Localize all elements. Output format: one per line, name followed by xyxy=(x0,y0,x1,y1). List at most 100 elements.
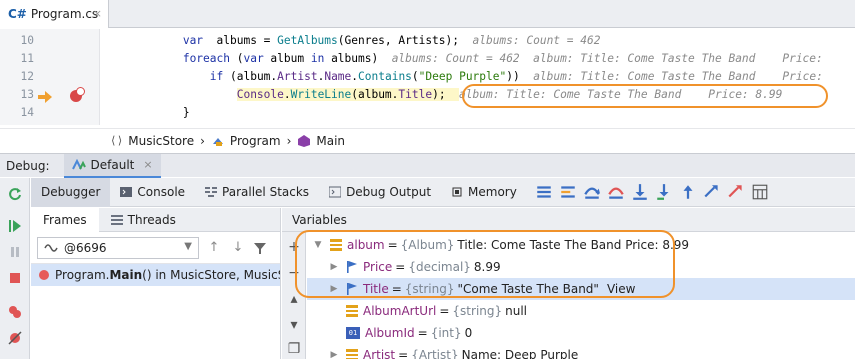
copy-icon[interactable]: ❐ xyxy=(287,341,301,357)
arrow-up-icon[interactable]: ↑ xyxy=(205,240,223,255)
debug-output-tab-label: Debug Output xyxy=(346,185,432,199)
run-config-icon xyxy=(71,158,86,169)
step-into-icon[interactable] xyxy=(631,183,649,201)
current-frame-icon xyxy=(39,270,49,280)
variable-type: {Artist} xyxy=(411,348,459,359)
breadcrumb: ⟨⟩ MusicStore › Program › Main xyxy=(0,128,855,152)
breadcrumb-method-label: Main xyxy=(316,133,346,148)
line-number: 11 xyxy=(20,52,34,65)
variable-name: Artist xyxy=(363,348,396,359)
class-icon xyxy=(212,137,223,146)
breadcrumb-class-label: Program xyxy=(229,133,281,148)
tab-debugger[interactable]: Debugger xyxy=(31,177,111,207)
inline-value-hint: albums: Count = 462 xyxy=(472,34,601,47)
breadcrumb-namespace[interactable]: ⟨⟩ MusicStore xyxy=(110,134,194,148)
chevron-down-icon: ▼ xyxy=(184,240,192,252)
breadcrumb-separator: › xyxy=(200,133,205,148)
equals-sign: = xyxy=(398,348,409,359)
field-icon xyxy=(346,349,358,359)
stop-icon[interactable] xyxy=(7,270,23,286)
debug-tool-window-header: Debug: Default × xyxy=(0,153,855,178)
breadcrumb-namespace-label: MusicStore xyxy=(128,133,195,148)
parallel-stacks-tab-label: Parallel Stacks xyxy=(222,185,310,199)
code-text: } xyxy=(182,106,190,119)
arrow-down-icon[interactable]: ↓ xyxy=(229,240,247,255)
variable-row[interactable]: ▶ Artist = {Artist} Name: Deep Purple xyxy=(307,344,855,359)
variable-row[interactable]: 01 AlbumId = {int} 0 xyxy=(307,322,855,344)
tab-memory[interactable]: Memory xyxy=(441,178,527,207)
line-number: 12 xyxy=(20,70,34,83)
variable-name: AlbumArtUrl xyxy=(363,304,437,318)
breadcrumb-class[interactable]: Program xyxy=(211,134,281,148)
debug-side-toolbar xyxy=(0,178,30,359)
rerun-icon[interactable] xyxy=(7,186,23,202)
console-tab-label: Console xyxy=(137,185,186,199)
show-execution-point-icon[interactable] xyxy=(559,183,577,201)
step-out-icon[interactable] xyxy=(679,183,697,201)
code-text: var albums = GetAlbums(Genres, Artists);… xyxy=(182,34,601,47)
variables-callout xyxy=(295,230,675,298)
thread-selector-row: @6696 ▼ ↑ ↓ xyxy=(31,232,280,264)
variable-value: 0 xyxy=(464,326,473,340)
stepping-toolbar xyxy=(535,183,769,201)
close-tab-icon[interactable]: × xyxy=(93,7,102,20)
debugger-tab-strip: Debugger Console Parallel Stacks Debug O… xyxy=(31,177,855,207)
method-icon xyxy=(298,134,311,147)
tab-frames[interactable]: Frames xyxy=(31,207,99,232)
tab-debug-output[interactable]: Debug Output xyxy=(319,178,441,207)
code-text: foreach (var album in albums) albums: Co… xyxy=(182,52,823,65)
memory-icon xyxy=(452,187,462,197)
variable-row[interactable]: AlbumArtUrl = {string} null xyxy=(307,300,855,322)
frames-subtabs: Frames Threads xyxy=(31,207,280,232)
stack-frame-row[interactable]: Program.Main() in MusicStore, MusicStore… xyxy=(31,264,280,286)
breakpoint-icon[interactable] xyxy=(70,87,85,102)
line-number: 13 xyxy=(20,88,34,101)
step-into-my-code-icon[interactable] xyxy=(655,183,673,201)
editor-tab-program-cs[interactable]: C# Program.cs × xyxy=(0,0,109,28)
tab-threads[interactable]: Threads xyxy=(99,208,188,232)
pause-icon[interactable] xyxy=(7,244,23,260)
code-line[interactable]: 10 var albums = GetAlbums(Genres, Artist… xyxy=(0,32,855,50)
step-over-icon[interactable] xyxy=(583,183,601,201)
memory-tab-label: Memory xyxy=(468,185,517,199)
threads-tab-label: Threads xyxy=(127,212,176,227)
force-step-over-icon[interactable] xyxy=(607,183,625,201)
code-line[interactable]: 11 foreach (var album in albums) albums:… xyxy=(0,50,855,68)
int-icon: 01 xyxy=(346,327,360,339)
breadcrumb-method[interactable]: Main xyxy=(297,134,345,148)
move-down-icon[interactable]: ▾ xyxy=(287,317,301,333)
debugger-tab-label: Debugger xyxy=(41,185,101,199)
inline-value-hint: albums: Count = 462 album: Title: Come T… xyxy=(391,52,823,65)
menu-lines-icon[interactable] xyxy=(535,183,553,201)
frames-panel: Frames Threads @6696 ▼ ↑ ↓ Program.Main(… xyxy=(31,207,281,359)
csharp-file-icon: C# xyxy=(8,7,27,21)
equals-sign: = xyxy=(417,326,428,340)
force-run-to-cursor-icon[interactable] xyxy=(727,183,745,201)
expand-arrow-icon[interactable]: ▶ xyxy=(327,350,341,359)
namespace-icon: ⟨⟩ xyxy=(110,134,124,147)
variables-title: Variables xyxy=(292,212,347,227)
variable-type: {string} xyxy=(452,304,503,318)
thread-select[interactable]: @6696 ▼ xyxy=(37,236,199,259)
view-breakpoints-icon[interactable] xyxy=(7,304,23,320)
debug-session-tab[interactable]: Default × xyxy=(63,153,161,178)
field-icon xyxy=(346,305,358,317)
filter-icon[interactable] xyxy=(253,241,267,255)
tab-console[interactable]: Console xyxy=(110,178,195,207)
debug-session-label: Default xyxy=(90,157,135,172)
code-editor[interactable]: 10 var albums = GetAlbums(Genres, Artist… xyxy=(0,29,855,125)
run-to-cursor-icon[interactable] xyxy=(703,183,721,201)
console-icon xyxy=(120,187,133,197)
inline-value-hint: album: Title: Come Taste The Band Price: xyxy=(533,70,823,83)
frames-tab-label: Frames xyxy=(43,212,87,227)
resume-icon[interactable] xyxy=(7,218,23,234)
inline-values-callout xyxy=(462,84,828,108)
close-session-icon[interactable]: × xyxy=(143,158,152,171)
evaluate-expression-icon[interactable] xyxy=(751,183,769,201)
mute-breakpoints-icon[interactable] xyxy=(7,330,23,346)
line-number: 14 xyxy=(20,106,34,119)
variable-name: AlbumId xyxy=(365,326,415,340)
breadcrumb-separator: › xyxy=(286,133,292,148)
debug-output-icon xyxy=(329,186,342,198)
tab-parallel-stacks[interactable]: Parallel Stacks xyxy=(195,178,319,207)
